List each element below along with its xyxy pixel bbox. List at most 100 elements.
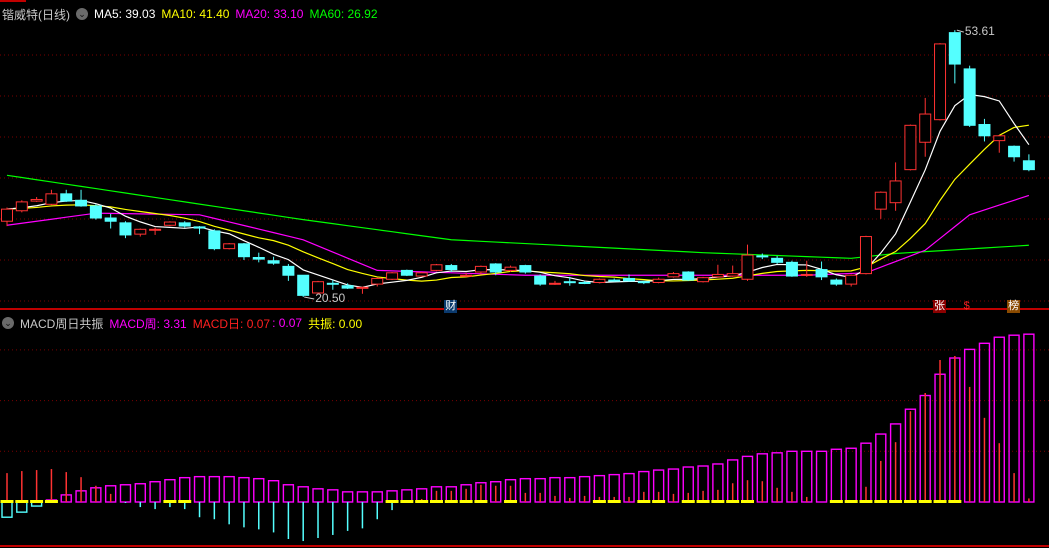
- macd-weekly-bar: [801, 450, 813, 503]
- high-arrow-icon: [956, 29, 964, 33]
- macd-weekly-bar: [356, 491, 369, 503]
- resonance-marker: [711, 500, 725, 503]
- candle-up: [430, 264, 443, 271]
- candle-down: [297, 274, 310, 296]
- candle-down: [104, 217, 117, 222]
- resonance-marker: [829, 500, 843, 503]
- candle-up: [371, 277, 384, 285]
- candle-down: [815, 269, 828, 278]
- macd-weekly-bar: [149, 481, 161, 503]
- candle-down: [519, 265, 532, 273]
- resonance-marker: [459, 500, 473, 503]
- stock-title: 锴威特(日线): [2, 7, 70, 22]
- resonance-marker: [948, 500, 962, 503]
- resonance-marker: [400, 500, 414, 503]
- resonance-marker: [385, 500, 399, 503]
- resonance-marker: [874, 500, 888, 503]
- macd-weekly-bar: [134, 483, 146, 503]
- candle-up: [1, 208, 13, 222]
- event-marker[interactable]: 张: [933, 300, 947, 313]
- ma10-value: MA10: 41.40: [161, 7, 230, 21]
- chevron-down-icon[interactable]: ⌄: [76, 8, 88, 20]
- main-chart-legend: 锴威特(日线) ⌄ MA5: 39.03 MA10: 41.40 MA20: 3…: [2, 6, 378, 22]
- candle-down: [193, 226, 206, 229]
- macd-weekly-bar: [164, 478, 176, 503]
- candle-down: [948, 32, 961, 65]
- candle-down: [75, 199, 88, 207]
- resonance-marker: [918, 500, 932, 503]
- resonance-marker: [726, 500, 740, 503]
- candle-up: [652, 278, 665, 283]
- macd-weekly-bar: [267, 480, 280, 503]
- resonance-marker: [474, 500, 488, 503]
- event-marker[interactable]: 财: [444, 300, 458, 313]
- candle-down: [237, 243, 250, 258]
- resonance-marker: [504, 500, 518, 503]
- candle-up: [45, 193, 58, 205]
- macd-weekly-bar: [327, 489, 339, 503]
- chevron-down-icon[interactable]: ⌄: [2, 317, 14, 329]
- candle-down: [89, 205, 102, 219]
- candle-up: [934, 43, 947, 121]
- candle-down: [534, 275, 547, 285]
- candle-up: [904, 124, 917, 171]
- candle-up: [697, 277, 710, 283]
- candle-down: [978, 124, 991, 137]
- ma5-value: MA5: 39.03: [94, 7, 156, 21]
- candle-down: [267, 260, 280, 264]
- moving-average-lines: [6, 93, 1030, 288]
- macd-bars: [0, 333, 1035, 542]
- event-marker[interactable]: 榜: [1007, 300, 1021, 313]
- candle-down: [785, 261, 798, 277]
- stock-chart[interactable]: 53.61 20.50: [0, 0, 1049, 548]
- candle-up: [993, 135, 1006, 142]
- candle-up: [726, 273, 739, 277]
- candle-down: [963, 68, 976, 126]
- ma5-line: [6, 93, 1030, 288]
- candle-up: [874, 191, 887, 210]
- candle-down: [252, 257, 265, 260]
- candle-down: [341, 285, 354, 289]
- resonance-marker: [44, 500, 58, 503]
- candle-down: [178, 222, 191, 227]
- ma60-line: [6, 174, 1029, 259]
- resonance-marker: [652, 500, 666, 503]
- resonance-marker: [889, 500, 903, 503]
- macd-daily-value-2: : 0.07: [272, 316, 303, 330]
- candle-up: [223, 243, 236, 250]
- ma20-value: MA20: 33.10: [235, 7, 304, 21]
- candle-up: [741, 254, 754, 280]
- candle-down: [326, 282, 339, 285]
- macd-weekly-bar: [1023, 333, 1035, 503]
- macd-weekly-bar: [815, 450, 828, 503]
- macd-weekly-bar: [16, 501, 28, 513]
- resonance-marker: [859, 500, 873, 503]
- candle-up: [845, 274, 858, 285]
- macd-weekly-bar: [312, 488, 324, 503]
- macd-weekly-bar: [119, 484, 132, 503]
- macd-weekly-bar: [341, 491, 354, 503]
- macd-weekly-bar: [238, 476, 250, 503]
- resonance-marker: [637, 500, 651, 503]
- candle-down: [608, 279, 621, 282]
- candle-down: [682, 271, 695, 281]
- resonance-marker: [681, 500, 695, 503]
- macd-weekly-bar: [282, 484, 295, 503]
- candle-up: [356, 286, 369, 289]
- candle-up: [504, 266, 517, 271]
- macd-weekly-bar: [179, 476, 191, 503]
- candle-down: [119, 222, 132, 236]
- resonance-marker: [15, 500, 29, 503]
- macd-weekly-bar: [297, 486, 309, 503]
- resonance-marker: [444, 500, 458, 503]
- candle-down: [563, 281, 576, 284]
- macd-weekly-bar: [830, 448, 843, 503]
- macd-weekly-value: MACD周: 3.31: [109, 316, 187, 331]
- event-marker[interactable]: $: [963, 300, 971, 313]
- macd-weekly-bar: [371, 491, 383, 503]
- candle-up: [859, 236, 872, 275]
- candle-up: [30, 198, 43, 202]
- candlesticks: [1, 30, 1035, 297]
- candle-down: [282, 265, 295, 276]
- resonance-marker: [844, 500, 858, 503]
